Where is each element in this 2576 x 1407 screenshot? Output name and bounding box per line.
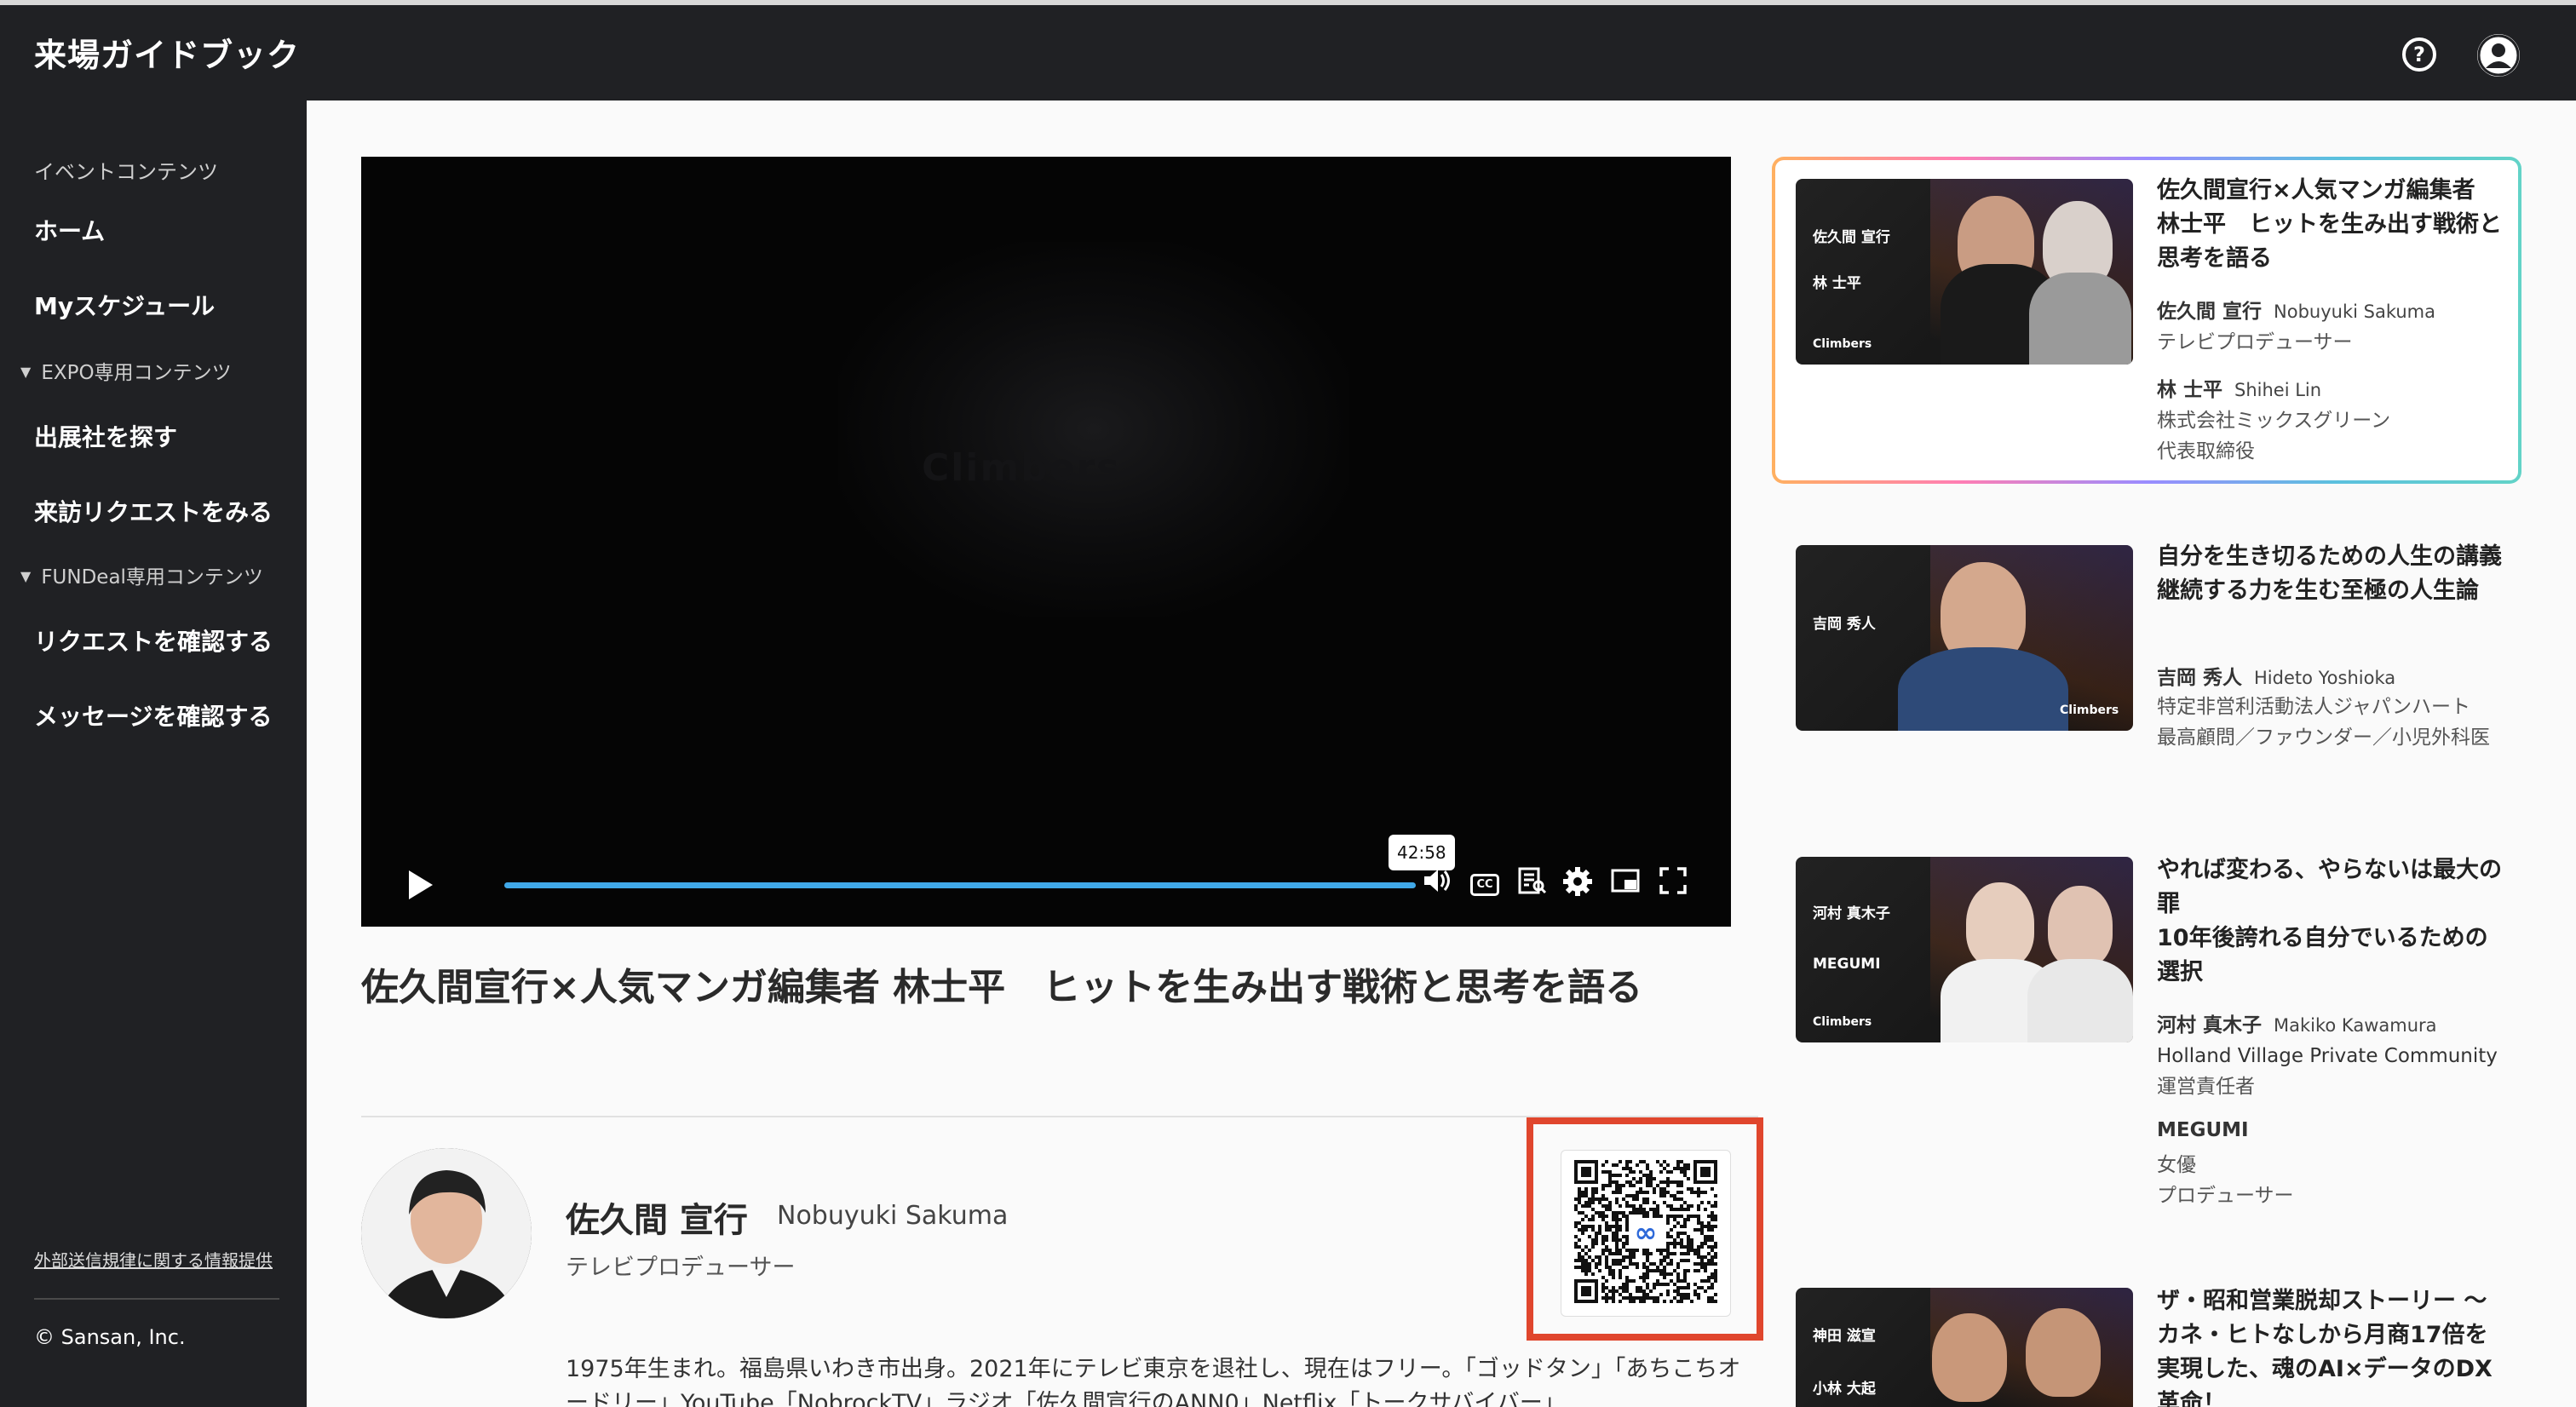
related-speaker-role: テレビプロデューサー — [2157, 331, 2353, 353]
thumb-name: 佐久間 宣行 — [1813, 229, 1890, 246]
captions-icon[interactable]: CC — [1470, 874, 1499, 896]
sidebar-item-visit-requests[interactable]: 来訪リクエストをみる — [34, 494, 273, 528]
related-speaker-name: MEGUMI — [2157, 1119, 2249, 1141]
triangle-down-icon: ▼ — [20, 364, 32, 380]
video-player[interactable]: Climbers 42:58 CC — [361, 157, 1731, 927]
sidebar-group-fundeal[interactable]: ▼ FUNDeal専用コンテンツ — [20, 560, 263, 589]
related-speaker-role: 運営責任者 — [2157, 1076, 2255, 1098]
thumb-name: 吉岡 秀人 — [1813, 616, 1876, 633]
play-icon[interactable] — [409, 870, 433, 899]
speaker-avatar — [361, 1148, 532, 1318]
video-frame — [838, 242, 1349, 617]
top-bar: 来場ガイドブック ? — [0, 0, 2576, 100]
sidebar-divider — [34, 1298, 279, 1300]
related-speaker-role: 代表取締役 — [2157, 440, 2255, 462]
thumb-name: 河村 真木子 — [1813, 905, 1890, 922]
progress-bar[interactable] — [504, 882, 1416, 888]
related-speaker-role: プロデューサー — [2157, 1185, 2294, 1207]
sidebar-item-check-requests[interactable]: リクエストを確認する — [34, 623, 273, 658]
copyright: © Sansan, Inc. — [34, 1325, 186, 1349]
related-title[interactable]: 佐久間宣行×人気マンガ編集者 林士平 ヒットを生み出す戦術と思考を語る — [2157, 174, 2506, 276]
related-thumbnail[interactable]: 佐久間 宣行 林 士平 Climbers — [1796, 179, 2133, 365]
related-speaker-role: 特定非営利活動法人ジャパンハート — [2157, 696, 2470, 718]
thumb-brand: Climbers — [2060, 704, 2119, 717]
related-title[interactable]: やれば変わる、やらないは最大の罪 10年後誇れる自分でいるための選択 — [2157, 853, 2506, 990]
sidebar-group-label: EXPO専用コンテンツ — [41, 362, 232, 384]
related-speaker-name: 佐久間 宣行 Nobuyuki Sakuma — [2157, 301, 2435, 323]
sidebar-section-label: イベントコンテンツ — [34, 160, 218, 184]
sidebar-group-label: FUNDeal専用コンテンツ — [41, 566, 263, 589]
related-speaker-role: 株式会社ミックスグリーン — [2157, 410, 2391, 432]
thumb-brand: Climbers — [1813, 1015, 1872, 1029]
related-speaker-role: 最高顧問／ファウンダー／小児外科医 — [2157, 726, 2490, 749]
speaker-name: 佐久間 宣行 — [566, 1201, 748, 1240]
related-title[interactable]: 自分を生き切るための人生の講義 継続する力を生む至極の人生論 — [2157, 540, 2525, 608]
sidebar-group-expo[interactable]: ▼ EXPO専用コンテンツ — [20, 356, 232, 385]
related-speaker-name: 河村 真木子 Makiko Kawamura — [2157, 1014, 2437, 1037]
thumb-name: 小林 大起 — [1813, 1381, 1876, 1398]
speaker-bio: 1975年生まれ。福島県いわき市出身。2021年にテレビ東京を退社し、現在はフリ… — [566, 1356, 1741, 1407]
sidebar-item-check-messages[interactable]: メッセージを確認する — [34, 698, 272, 732]
picture-in-picture-icon[interactable] — [1607, 865, 1644, 903]
sidebar-item-my-schedule[interactable]: Myスケジュール — [34, 288, 215, 322]
app-title[interactable]: 来場ガイドブック — [34, 29, 300, 76]
related-speaker-name: 吉岡 秀人 Hideto Yoshioka — [2157, 667, 2396, 689]
related-thumbnail[interactable]: 神田 滋宣 小林 大起 — [1796, 1288, 2133, 1407]
thumb-name: 林 士平 — [1813, 275, 1861, 292]
related-speaker-name: 林 士平 Shihei Lin — [2157, 379, 2322, 401]
fullscreen-icon[interactable] — [1654, 865, 1692, 903]
volume-icon[interactable] — [1417, 865, 1455, 903]
related-speaker-role: 女優 — [2157, 1154, 2196, 1176]
thumb-name: MEGUMI — [1813, 956, 1881, 973]
thumb-name: 神田 滋宣 — [1813, 1328, 1876, 1345]
related-thumbnail[interactable]: 河村 真木子 MEGUMI Climbers — [1796, 857, 2133, 1042]
sidebar-item-home[interactable]: ホーム — [34, 213, 105, 247]
user-account-icon[interactable] — [2477, 34, 2520, 77]
related-thumbnail[interactable]: 吉岡 秀人 Climbers — [1796, 545, 2133, 731]
thumb-brand: Climbers — [1813, 337, 1872, 351]
external-transmission-link[interactable]: 外部送信規律に関する情報提供 — [34, 1247, 273, 1272]
speaker-role: テレビプロデューサー — [566, 1255, 796, 1281]
video-title: 佐久間宣行×人気マンガ編集者 林士平 ヒットを生み出す戦術と思考を語る — [361, 966, 1643, 1009]
help-icon[interactable]: ? — [2402, 37, 2436, 72]
settings-gear-icon[interactable] — [1559, 865, 1596, 903]
video-watermark: Climbers — [922, 446, 1121, 490]
related-speaker-role: Holland Village Private Community — [2157, 1045, 2498, 1067]
triangle-down-icon: ▼ — [20, 568, 32, 584]
qr-highlight-box — [1527, 1117, 1763, 1341]
related-title[interactable]: ザ・昭和営業脱却ストーリー ～カネ・ヒトなしから月商17倍を実現した、魂のAI×… — [2157, 1284, 2506, 1407]
speaker-name-en: Nobuyuki Sakuma — [777, 1201, 1009, 1231]
transcript-icon[interactable] — [1513, 865, 1550, 903]
sidebar-item-find-exhibitors[interactable]: 出展社を探す — [34, 419, 177, 453]
